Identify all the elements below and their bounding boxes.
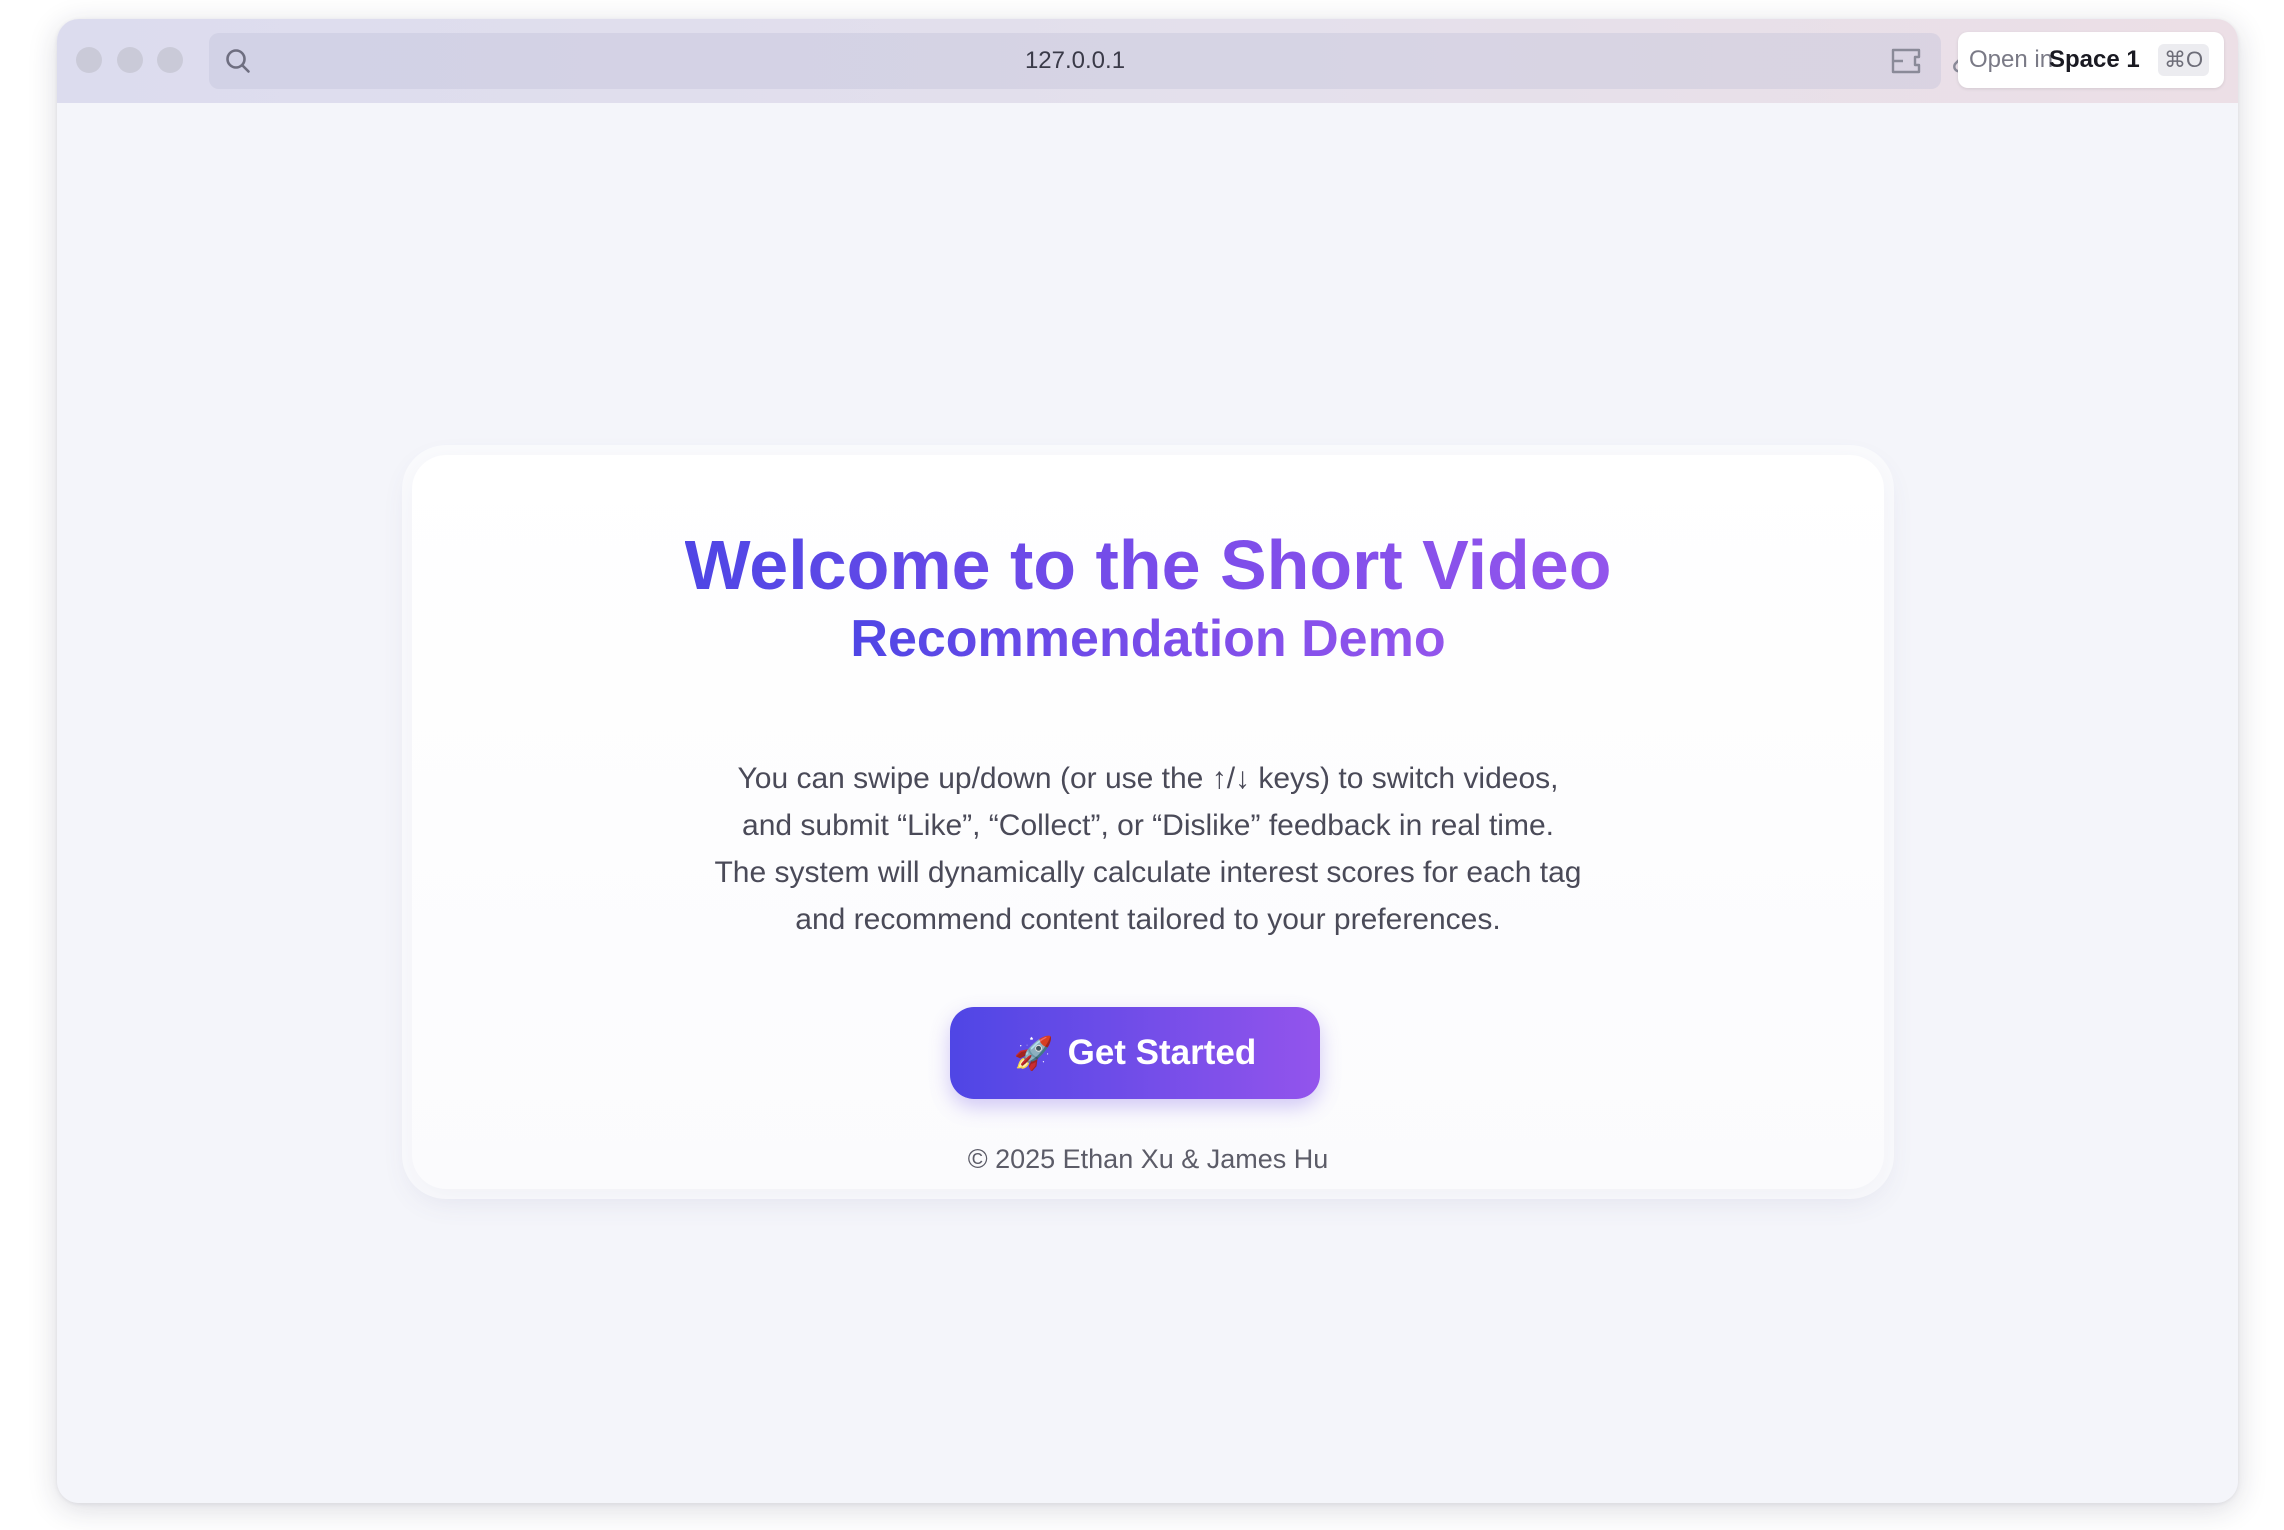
maximize-window-button[interactable] (157, 47, 183, 73)
open-in-label: Open in (1969, 46, 2054, 73)
description-line: You can swipe up/down (or use the ↑/↓ ke… (737, 762, 1559, 795)
description-line: and recommend content tailored to your p… (795, 903, 1501, 936)
shortcut-badge: ⌘O (2158, 44, 2210, 76)
page-title: Welcome to the Short Video (412, 523, 1884, 607)
page-subtitle: Recommendation Demo (412, 607, 1884, 671)
browser-window: 127.0.0.1 Open in Space 1 ⌘O Welcome to … (57, 19, 2238, 1503)
open-in-space-button[interactable]: Open in Space 1 ⌘O (1958, 32, 2224, 88)
rocket-icon: 🚀 (1013, 1035, 1054, 1071)
description-line: The system will dynamically calculate in… (714, 856, 1582, 889)
welcome-card: Welcome to the Short Video Recommendatio… (412, 455, 1884, 1189)
title-line-2: Recommendation Demo (850, 610, 1446, 668)
get-started-label: Get Started (1067, 1033, 1257, 1072)
page-content: Welcome to the Short Video Recommendatio… (57, 103, 2238, 1503)
close-window-button[interactable] (76, 47, 102, 73)
copyright-text: © 2025 Ethan Xu & James Hu (967, 1144, 1329, 1174)
url-text[interactable]: 127.0.0.1 (209, 33, 1941, 89)
get-started-button[interactable]: 🚀 Get Started (950, 1007, 1320, 1099)
minimize-window-button[interactable] (117, 47, 143, 73)
extension-icon[interactable] (1889, 46, 1927, 76)
description-line: and submit “Like”, “Collect”, or “Dislik… (742, 809, 1554, 842)
address-bar[interactable]: 127.0.0.1 (209, 33, 1973, 89)
title-line-1: Welcome to the Short Video (684, 526, 1612, 604)
browser-toolbar: 127.0.0.1 Open in Space 1 ⌘O (57, 19, 2238, 104)
space-name: Space 1 (2049, 46, 2140, 73)
description: You can swipe up/down (or use the ↑/↓ ke… (412, 755, 1884, 943)
